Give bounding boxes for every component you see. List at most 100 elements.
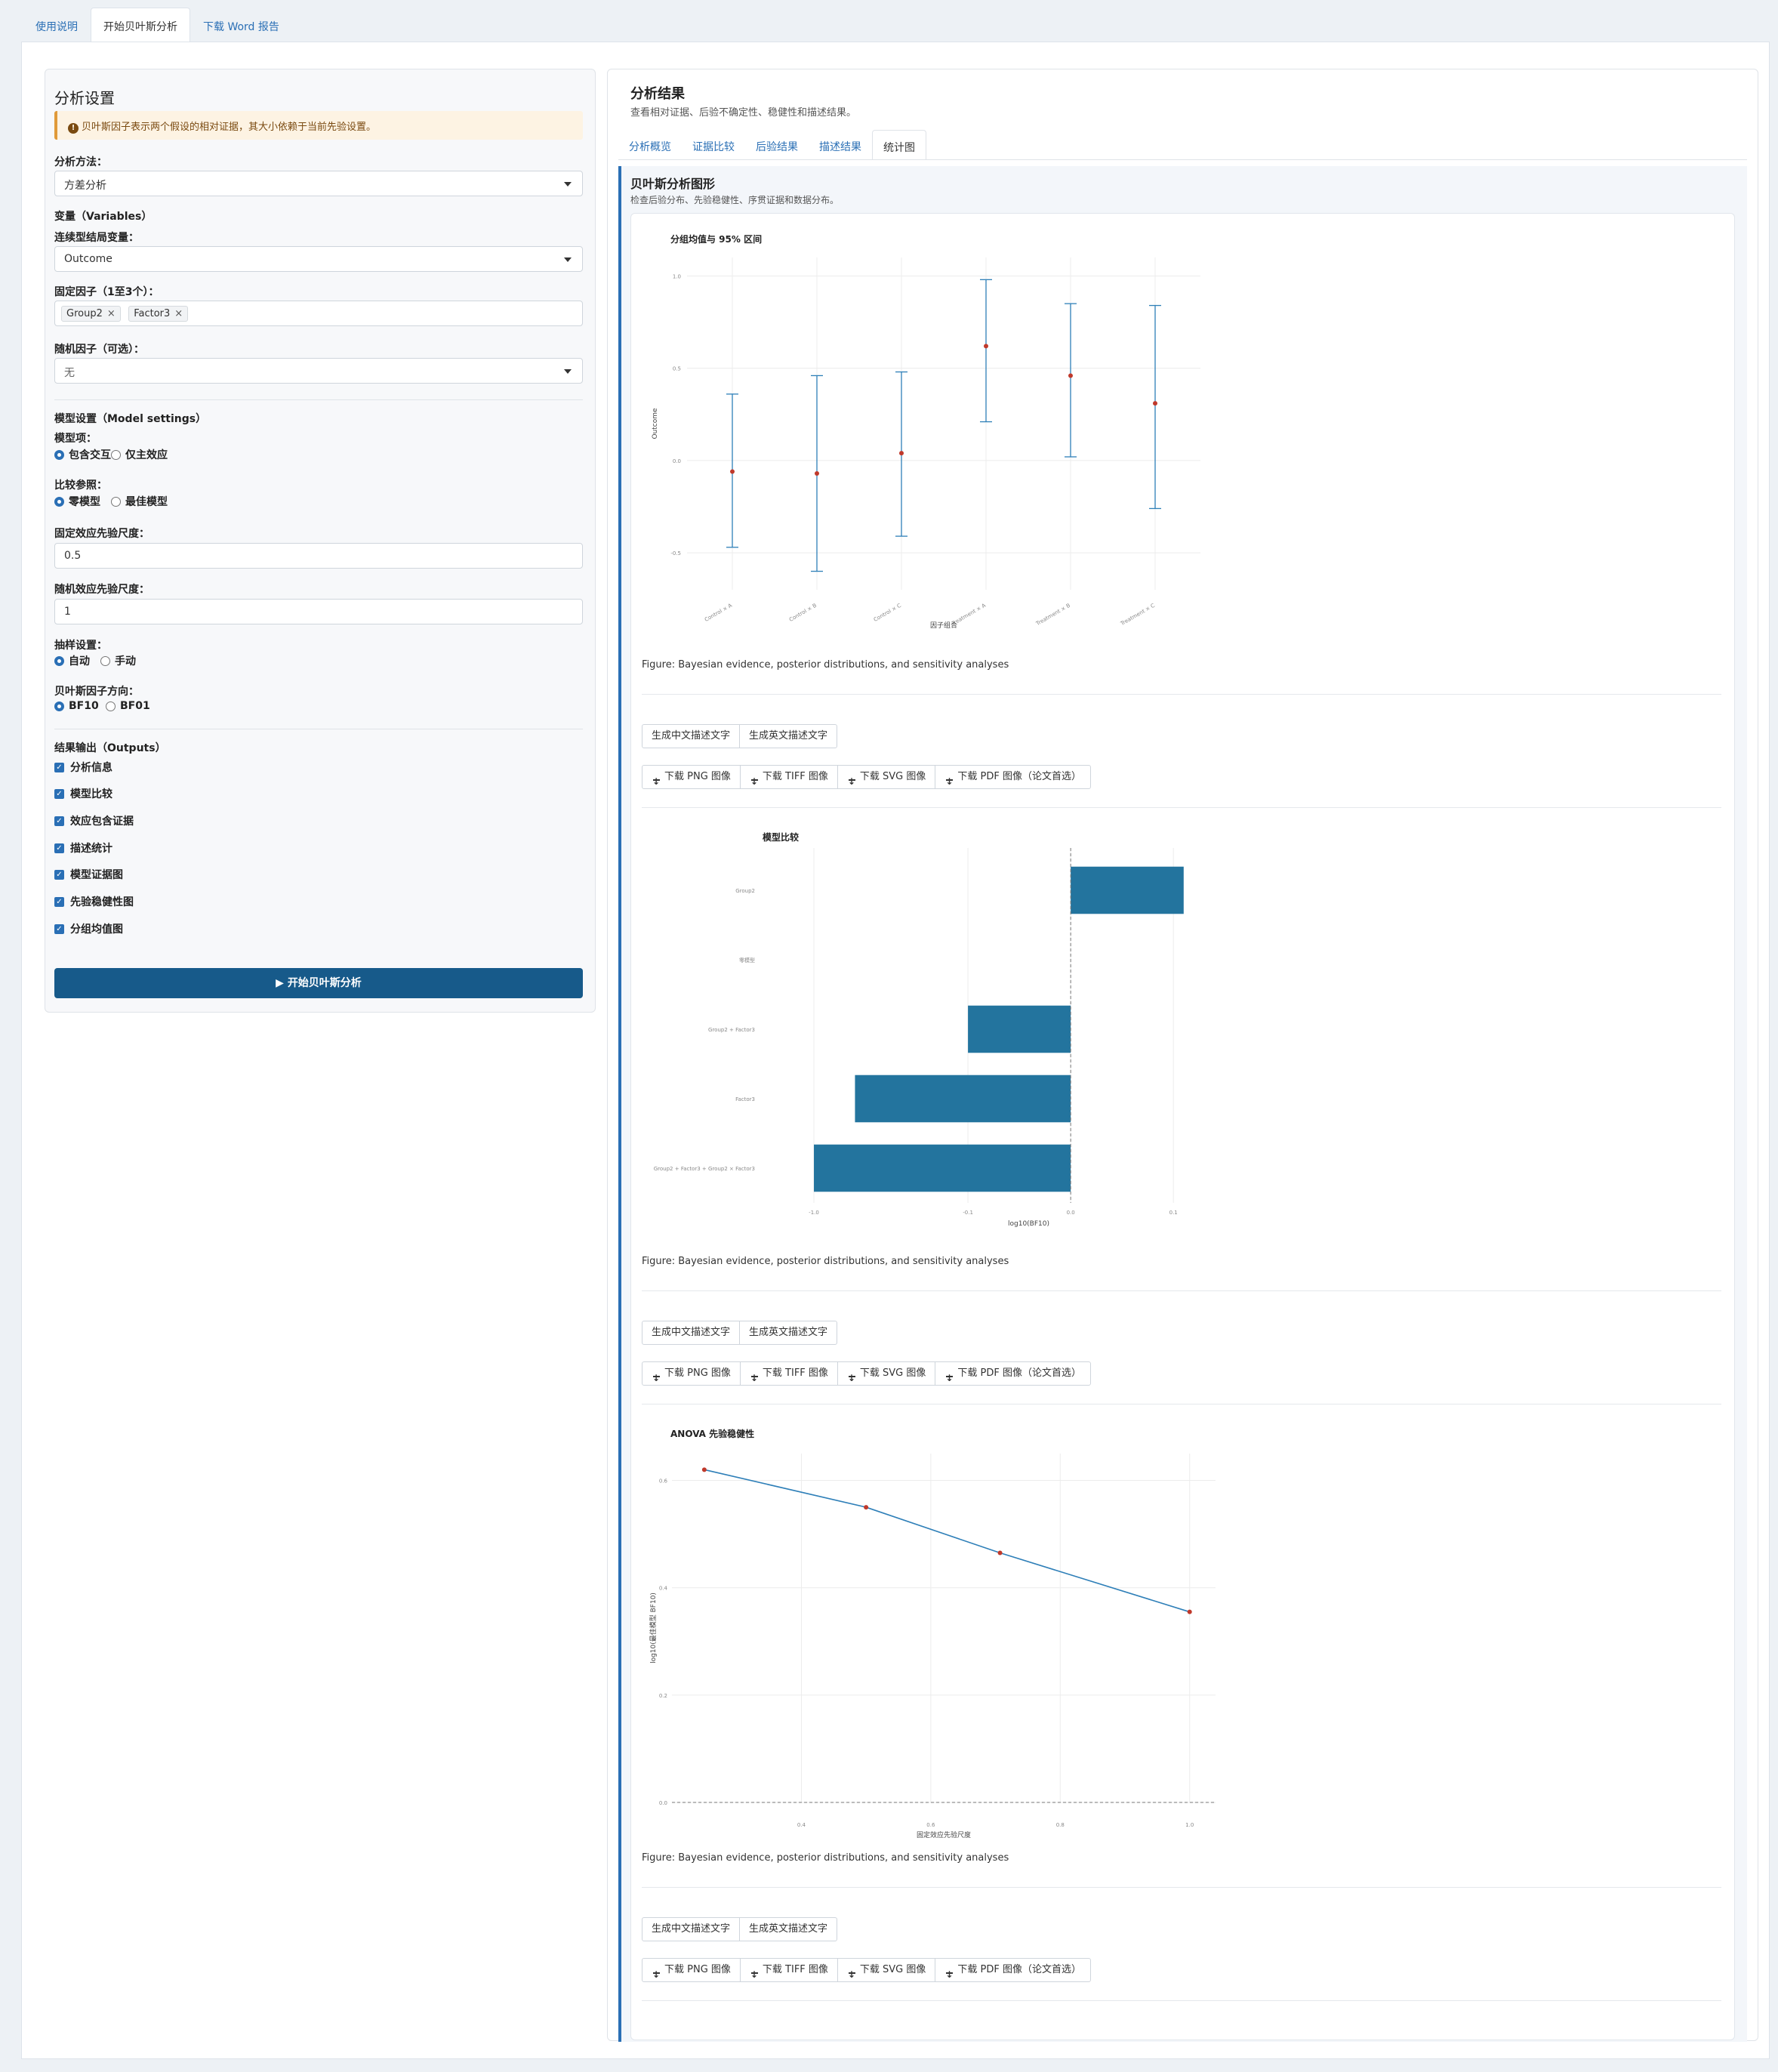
radio-dot[interactable] [54, 701, 64, 711]
group-means-chart: 分组均值与 95% 区间 1.0 0.5 0.0 -0.5 Control × A Cont… [652, 233, 1200, 630]
checkbox-analysis-info[interactable]: ✓ 分析信息 [54, 760, 112, 775]
radio-label: BF10 [69, 700, 99, 712]
generate-english-text-button[interactable]: 生成英文描述文字 [739, 1917, 838, 1941]
outcome-select[interactable]: Outcome [54, 246, 583, 272]
radio-label: 自动 [69, 655, 90, 668]
download-tiff-button[interactable]: 下载 TIFF 图像 [739, 1958, 838, 1986]
method-select[interactable]: 方差分析 [54, 171, 583, 196]
radio-dot[interactable] [111, 449, 121, 460]
tab-download-report[interactable]: 下载 Word 报告 [190, 8, 292, 42]
chevron-down-icon [564, 257, 572, 262]
generate-chinese-text-button[interactable]: 生成中文描述文字 [642, 1321, 741, 1345]
checkbox-robustness-plot[interactable]: ✓ 先验稳健性图 [54, 894, 134, 909]
play-icon: ▶ [276, 977, 288, 989]
radio-best-model[interactable]: 最佳模型 [111, 494, 168, 509]
download-pdf-button[interactable]: 下载 PDF 图像（论文首选） [935, 765, 1091, 793]
tab-instructions[interactable]: 使用说明 [23, 8, 91, 42]
close-icon[interactable]: × [174, 308, 183, 319]
tab-posterior[interactable]: 后验结果 [745, 130, 809, 159]
fixed-prior-input[interactable]: 0.5 [54, 543, 583, 569]
radio-dot[interactable] [100, 655, 110, 666]
tab-evidence[interactable]: 证据比较 [682, 130, 745, 159]
checkbox-icon[interactable]: ✓ [54, 896, 64, 907]
button-label: 下载 PNG 图像 [664, 1964, 731, 1975]
generate-english-text-button[interactable]: 生成英文描述文字 [739, 1321, 838, 1345]
radio-bf01[interactable]: BF01 [106, 700, 150, 712]
random-prior-input[interactable]: 1 [54, 599, 583, 624]
radio-dot[interactable] [54, 655, 64, 666]
y-axis-label: log10(最佳模型 BF10) [649, 1593, 658, 1663]
download-png-button[interactable]: 下载 PNG 图像 [642, 1958, 741, 1986]
y-tick-label: 0.0 [673, 458, 681, 464]
results-subtitle: 查看相对证据、后验不确定性、稳健性和描述结果。 [630, 107, 857, 119]
fixed-factor-label: 固定因子（1至3个）： [54, 286, 159, 298]
radio-dot[interactable] [111, 496, 121, 507]
download-png-button[interactable]: 下载 PNG 图像 [642, 1361, 741, 1389]
download-buttons: 下载 PNG 图像 下载 TIFF 图像 下载 SVG 图像 下载 PDF 图像… [642, 1361, 1091, 1389]
download-png-button[interactable]: 下载 PNG 图像 [642, 765, 741, 793]
button-label: 下载 PDF 图像（论文首选） [957, 771, 1081, 782]
bar [968, 1005, 1071, 1053]
radio-dot[interactable] [106, 701, 116, 711]
radio-dot[interactable] [54, 449, 64, 460]
checkbox-icon[interactable]: ✓ [54, 816, 64, 826]
checkbox-icon[interactable]: ✓ [54, 923, 64, 934]
radio-auto[interactable]: 自动 [54, 653, 90, 668]
download-icon [847, 770, 856, 793]
generate-chinese-text-button[interactable]: 生成中文描述文字 [642, 724, 741, 748]
download-svg-button[interactable]: 下载 SVG 图像 [837, 1958, 936, 1986]
download-tiff-button[interactable]: 下载 TIFF 图像 [739, 765, 838, 793]
mean-point [899, 451, 904, 456]
generate-chinese-text-button[interactable]: 生成中文描述文字 [642, 1917, 741, 1941]
run-analysis-button[interactable]: ▶ 开始贝叶斯分析 [54, 968, 583, 998]
close-icon[interactable]: × [107, 308, 116, 319]
checkbox-label: 描述统计 [70, 843, 112, 855]
checkbox-model-evidence-plot[interactable]: ✓ 模型证据图 [54, 867, 123, 882]
radio-label: 零模型 [69, 496, 100, 508]
random-prior-value: 1 [64, 606, 71, 618]
random-factor-select[interactable]: 无 [54, 358, 583, 384]
checkbox-inclusion-evidence[interactable]: ✓ 效应包含证据 [54, 813, 134, 828]
radio-dot[interactable] [54, 496, 64, 507]
text-buttons: 生成中文描述文字 生成英文描述文字 [642, 724, 838, 748]
download-pdf-button[interactable]: 下载 PDF 图像（论文首选） [935, 1958, 1091, 1986]
button-label: 下载 TIFF 图像 [762, 1964, 828, 1975]
checkbox-icon[interactable]: ✓ [54, 762, 64, 772]
random-prior-label: 随机效应先验尺度： [54, 584, 149, 596]
x-axis-label: 因子组合 [930, 621, 957, 630]
checkbox-group-means-plot[interactable]: ✓ 分组均值图 [54, 921, 123, 936]
checkbox-descriptives[interactable]: ✓ 描述统计 [54, 840, 112, 856]
fixed-prior-label: 固定效应先验尺度： [54, 528, 149, 540]
radio-manual[interactable]: 手动 [100, 653, 136, 668]
download-pdf-button[interactable]: 下载 PDF 图像（论文首选） [935, 1361, 1091, 1389]
radio-label: 手动 [115, 655, 136, 668]
fixed-factor-input[interactable]: Group2 × Factor3 × [54, 301, 583, 326]
checkbox-icon[interactable]: ✓ [54, 843, 64, 853]
radio-main-effects[interactable]: 仅主效应 [111, 447, 168, 462]
download-svg-button[interactable]: 下载 SVG 图像 [837, 765, 936, 793]
data-point [1187, 1609, 1192, 1614]
checkbox-model-compare[interactable]: ✓ 模型比较 [54, 786, 112, 801]
x-tick-label: 0.6 [926, 1822, 935, 1828]
tab-overview[interactable]: 分析概览 [618, 130, 682, 159]
factor-chip[interactable]: Group2 × [61, 306, 121, 322]
download-buttons: 下载 PNG 图像 下载 TIFF 图像 下载 SVG 图像 下载 PDF 图像… [642, 765, 1091, 793]
chevron-down-icon [564, 369, 572, 374]
download-icon [750, 1367, 759, 1389]
download-svg-button[interactable]: 下载 SVG 图像 [837, 1361, 936, 1389]
tab-start-analysis[interactable]: 开始贝叶斯分析 [91, 8, 190, 42]
tab-descriptives[interactable]: 描述结果 [809, 130, 872, 159]
checkbox-icon[interactable]: ✓ [54, 788, 64, 799]
tab-plots[interactable]: 统计图 [872, 130, 926, 159]
chevron-down-icon [564, 182, 572, 187]
checkbox-icon[interactable]: ✓ [54, 869, 64, 880]
radio-bf10[interactable]: BF10 [54, 700, 99, 712]
factor-chip[interactable]: Factor3 × [128, 306, 189, 322]
generate-english-text-button[interactable]: 生成英文描述文字 [739, 724, 838, 748]
y-tick-label: Group2 + Factor3 + Group2 × Factor3 [654, 1166, 755, 1172]
radio-null-model[interactable]: 零模型 [54, 494, 100, 509]
main-frame: 分析设置 ! 贝叶斯因子表示两个假设的相对证据，其大小依赖于当前先验设置。 分析方… [21, 42, 1770, 2059]
x-tick-label: Treatment × B [1034, 603, 1071, 627]
download-tiff-button[interactable]: 下载 TIFF 图像 [739, 1361, 838, 1389]
radio-interaction[interactable]: 包含交互 [54, 447, 111, 462]
